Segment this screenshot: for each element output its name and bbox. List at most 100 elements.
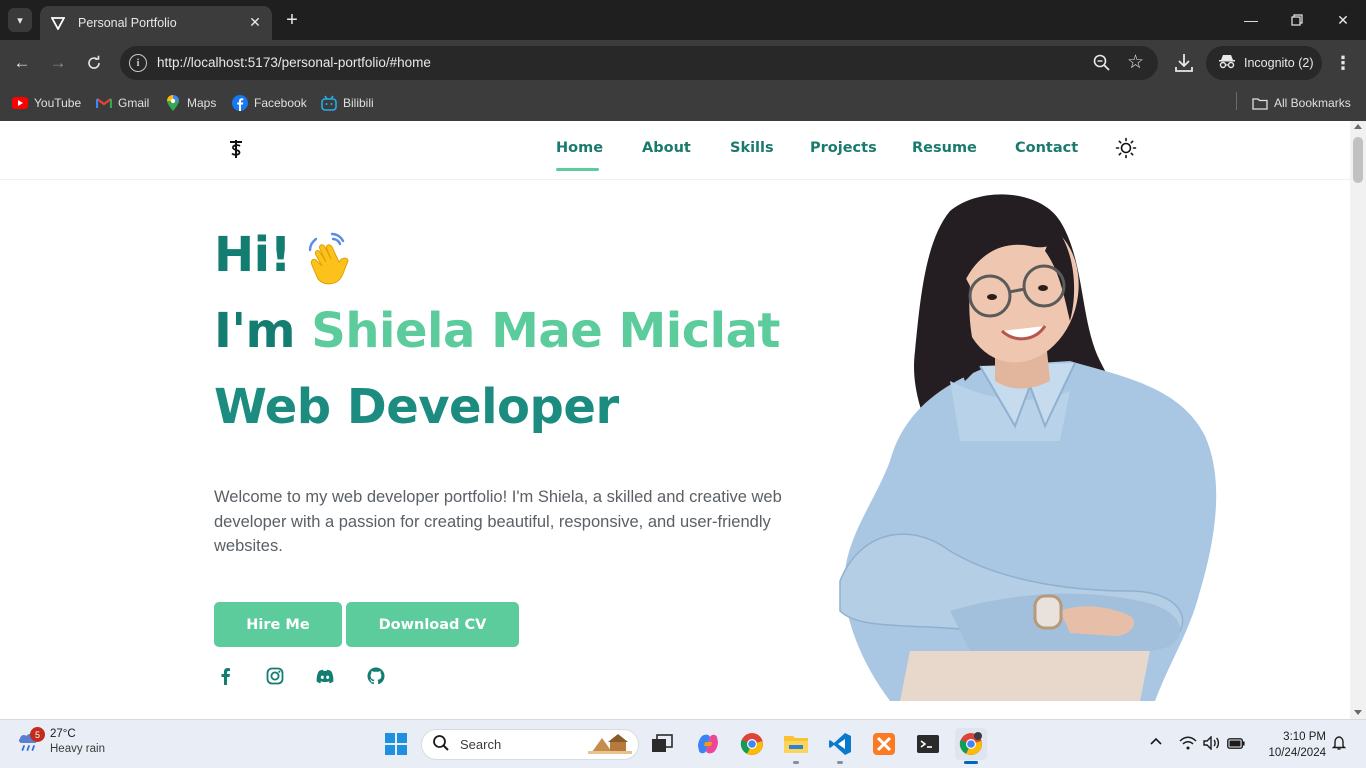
hero-greeting: Hi! [214, 227, 292, 283]
forward-arrow-icon[interactable]: → [46, 51, 70, 75]
reload-icon[interactable] [82, 51, 106, 75]
close-window-icon[interactable]: ✕ [1320, 0, 1366, 40]
profile-photo [839, 194, 1217, 701]
bookmark-maps[interactable]: Maps [165, 92, 216, 114]
bookmarks-bar: YouTube Gmail Maps Facebook Bilibili All… [0, 86, 1366, 121]
notification-bell-icon[interactable] [1331, 735, 1347, 755]
instagram-icon[interactable] [265, 666, 285, 686]
new-tab-button[interactable]: + [282, 9, 302, 31]
incognito-icon [1218, 53, 1236, 73]
nav-resume[interactable]: Resume [912, 140, 977, 156]
search-label: Search [460, 737, 502, 752]
facebook-icon[interactable] [215, 666, 235, 686]
site-navbar: Home About Skills Projects Resume Contac… [0, 121, 1350, 180]
taskbar-search-box[interactable]: Search [421, 729, 639, 760]
tab-close-icon[interactable]: ✕ [246, 14, 264, 32]
bookmark-label: YouTube [34, 96, 82, 110]
gmail-icon [96, 95, 112, 111]
all-bookmarks-button[interactable]: All Bookmarks [1252, 92, 1351, 114]
site-info-icon[interactable]: i [129, 54, 147, 72]
hero-name: Shiela Mae Miclat [311, 303, 780, 359]
vscode-icon[interactable] [824, 728, 856, 760]
nav-about[interactable]: About [642, 140, 691, 156]
bookmark-label: Facebook [254, 96, 307, 110]
windows-start-icon[interactable] [380, 728, 412, 760]
weather-temperature: 27°C [50, 728, 76, 740]
scroll-up-arrow-icon[interactable] [1354, 124, 1362, 129]
incognito-label: Incognito (2) [1244, 56, 1314, 70]
bookmark-gmail[interactable]: Gmail [96, 92, 149, 114]
hero-role: Web Developer [214, 379, 619, 435]
hero-description: Welcome to my web developer portfolio! I… [214, 488, 782, 555]
incognito-button[interactable]: Incognito (2) [1206, 46, 1322, 80]
github-icon[interactable] [366, 666, 386, 686]
weather-widget[interactable]: 5 27°C Heavy rain [16, 727, 105, 757]
hero-intro-prefix: I'm [214, 303, 312, 359]
app-active-indicator [964, 761, 978, 764]
search-icon [432, 734, 450, 756]
file-explorer-icon[interactable] [780, 728, 812, 760]
weather-description: Heavy rain [50, 743, 105, 755]
restore-window-icon[interactable] [1274, 0, 1320, 40]
volume-icon[interactable] [1203, 735, 1221, 754]
scroll-down-arrow-icon[interactable] [1354, 710, 1362, 715]
clock-time: 3:10 PM [1283, 731, 1326, 743]
all-bookmarks-label: All Bookmarks [1274, 96, 1351, 110]
wifi-icon[interactable] [1179, 736, 1197, 754]
task-view-icon[interactable] [646, 728, 678, 760]
browser-toolbar: ← → i http://localhost:5173/personal-por… [0, 40, 1366, 86]
back-arrow-icon[interactable]: ← [10, 51, 34, 75]
active-nav-indicator [556, 168, 599, 171]
download-cv-button[interactable]: Download CV [346, 602, 519, 647]
minimize-window-icon[interactable]: — [1228, 0, 1274, 40]
hire-me-button[interactable]: Hire Me [214, 602, 342, 647]
address-bar[interactable]: i http://localhost:5173/personal-portfol… [120, 46, 1158, 80]
bookmark-bilibili[interactable]: Bilibili [321, 92, 374, 114]
terminal-icon[interactable] [912, 728, 944, 760]
nav-skills[interactable]: Skills [730, 140, 774, 156]
battery-icon[interactable] [1227, 737, 1245, 753]
address-url[interactable]: http://localhost:5173/personal-portfolio… [157, 55, 431, 70]
chrome-incognito-icon[interactable] [955, 728, 987, 760]
search-highlight-icon [588, 732, 632, 758]
facebook-icon [232, 95, 248, 111]
vite-favicon-icon [50, 15, 66, 31]
sun-icon[interactable] [1115, 137, 1137, 159]
zoom-icon[interactable] [1092, 53, 1112, 73]
bookmark-star-icon[interactable]: ☆ [1127, 51, 1144, 73]
waving-hand-icon [302, 231, 362, 287]
app-running-indicator [793, 761, 799, 764]
tab-title: Personal Portfolio [78, 16, 177, 30]
nav-projects[interactable]: Projects [810, 140, 877, 156]
bookmark-separator [1236, 92, 1237, 110]
app-running-indicator [837, 761, 843, 764]
maps-icon [165, 95, 181, 111]
bookmark-label: Bilibili [343, 96, 374, 110]
tab-search-button[interactable]: ▾ [8, 8, 32, 32]
portfolio-page: Home About Skills Projects Resume Contac… [0, 121, 1350, 719]
folder-icon [1252, 95, 1268, 111]
scroll-thumb[interactable] [1353, 137, 1363, 183]
tray-overflow-icon[interactable] [1149, 734, 1163, 750]
copilot-icon[interactable] [692, 728, 724, 760]
rain-cloud-icon: 5 [16, 727, 45, 755]
bookmark-facebook[interactable]: Facebook [232, 92, 307, 114]
bilibili-icon [321, 95, 337, 111]
bookmark-label: Maps [187, 96, 217, 110]
youtube-icon [12, 95, 28, 111]
browser-menu-icon[interactable]: ⋮ [1334, 52, 1352, 74]
download-icon[interactable] [1173, 51, 1195, 75]
bookmark-label: Gmail [118, 96, 150, 110]
nav-home[interactable]: Home [556, 140, 603, 156]
taskbar-clock[interactable]: 3:10 PM 10/24/2024 [1256, 729, 1326, 761]
browser-tab-active[interactable]: Personal Portfolio ✕ [40, 6, 272, 40]
browser-tab-strip: ▾ Personal Portfolio ✕ + — ✕ [0, 0, 1366, 40]
page-scrollbar[interactable] [1350, 121, 1366, 719]
bookmark-youtube[interactable]: YouTube [12, 92, 81, 114]
site-logo-icon[interactable] [226, 137, 246, 161]
xampp-icon[interactable] [868, 728, 900, 760]
weather-badge: 5 [30, 727, 45, 742]
chrome-icon[interactable] [736, 728, 768, 760]
nav-contact[interactable]: Contact [1015, 140, 1078, 156]
discord-icon[interactable] [315, 666, 335, 686]
